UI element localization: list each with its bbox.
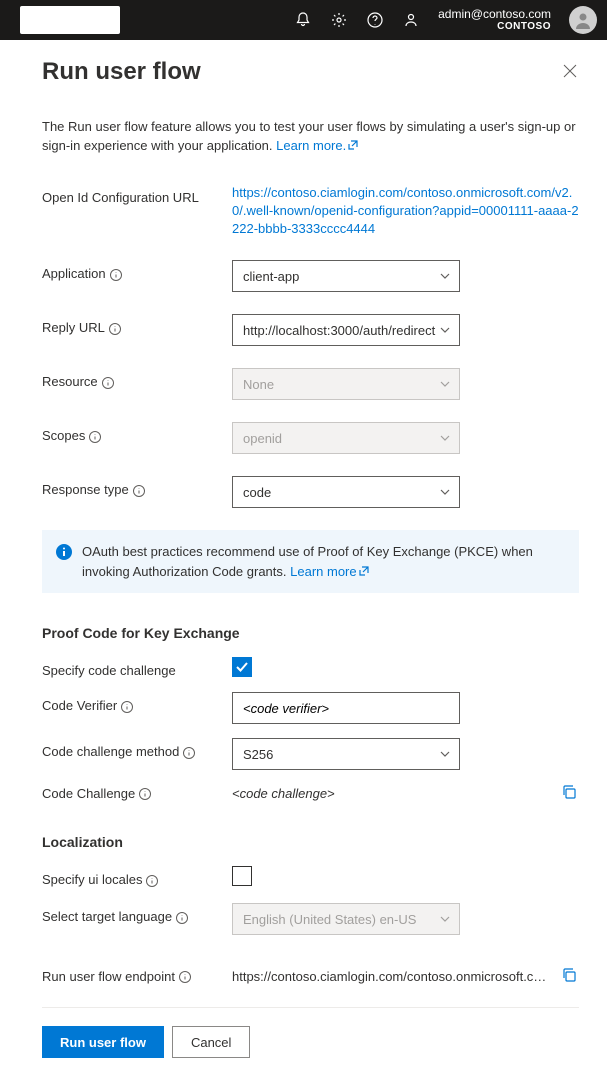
account-info[interactable]: admin@contoso.com CONTOSO — [438, 7, 551, 33]
feedback-icon[interactable] — [402, 11, 420, 29]
settings-icon[interactable] — [330, 11, 348, 29]
external-link-icon — [348, 137, 358, 147]
chevron-down-icon — [439, 270, 451, 282]
panel-title: Run user flow — [42, 58, 201, 86]
chevron-down-icon — [439, 432, 451, 444]
specify-locales-label: Specify ui locales — [42, 866, 232, 887]
scopes-dropdown: openid — [232, 422, 460, 454]
run-button[interactable]: Run user flow — [42, 1026, 164, 1058]
avatar[interactable] — [569, 6, 597, 34]
search-input[interactable] — [20, 6, 120, 34]
reply-url-dropdown[interactable]: http://localhost:3000/auth/redirect — [232, 314, 460, 346]
info-icon[interactable] — [176, 912, 188, 924]
info-icon[interactable] — [89, 431, 101, 443]
application-dropdown[interactable]: client-app — [232, 260, 460, 292]
code-challenge-label: Code Challenge — [42, 786, 232, 801]
notifications-icon[interactable] — [294, 11, 312, 29]
info-icon[interactable] — [102, 377, 114, 389]
info-icon[interactable] — [133, 485, 145, 497]
localization-heading: Localization — [42, 834, 579, 850]
code-challenge-value: <code challenge> — [232, 786, 561, 801]
info-icon[interactable] — [179, 971, 191, 983]
info-icon[interactable] — [110, 269, 122, 281]
endpoint-label: Run user flow endpoint — [42, 969, 232, 984]
info-icon[interactable] — [139, 788, 151, 800]
external-link-icon — [359, 562, 369, 572]
help-icon[interactable] — [366, 11, 384, 29]
response-type-label: Response type — [42, 476, 232, 497]
endpoint-value: https://contoso.ciamlogin.com/contoso.on… — [232, 969, 561, 984]
info-icon[interactable] — [109, 323, 121, 335]
chevron-down-icon — [439, 486, 451, 498]
copy-icon[interactable] — [561, 967, 579, 985]
divider — [42, 1007, 579, 1008]
specify-challenge-checkbox[interactable] — [232, 657, 252, 677]
openid-url-link[interactable]: https://contoso.ciamlogin.com/contoso.on… — [232, 185, 579, 236]
application-label: Application — [42, 260, 232, 281]
resource-dropdown: None — [232, 368, 460, 400]
info-icon — [56, 544, 72, 560]
pkce-info-banner: OAuth best practices recommend use of Pr… — [42, 530, 579, 593]
intro-text: The Run user flow feature allows you to … — [42, 118, 579, 156]
chevron-down-icon — [439, 913, 451, 925]
account-tenant: CONTOSO — [438, 21, 551, 33]
pkce-learn-more-link[interactable]: Learn more — [290, 564, 368, 579]
code-verifier-label: Code Verifier — [42, 692, 232, 713]
info-icon[interactable] — [146, 875, 158, 887]
scopes-label: Scopes — [42, 422, 232, 443]
copy-icon[interactable] — [561, 784, 579, 802]
openid-label: Open Id Configuration URL — [42, 184, 232, 205]
info-icon[interactable] — [121, 701, 133, 713]
resource-label: Resource — [42, 368, 232, 389]
specify-challenge-label: Specify code challenge — [42, 657, 232, 678]
chevron-down-icon — [439, 378, 451, 390]
code-verifier-input[interactable] — [232, 692, 460, 724]
chevron-down-icon — [439, 324, 451, 336]
reply-url-label: Reply URL — [42, 314, 232, 335]
account-email: admin@contoso.com — [438, 7, 551, 21]
info-icon[interactable] — [183, 747, 195, 759]
close-icon[interactable] — [563, 64, 579, 80]
target-language-dropdown: English (United States) en-US — [232, 903, 460, 935]
chevron-down-icon — [439, 748, 451, 760]
target-language-label: Select target language — [42, 903, 232, 924]
cancel-button[interactable]: Cancel — [172, 1026, 250, 1058]
response-type-dropdown[interactable]: code — [232, 476, 460, 508]
challenge-method-dropdown[interactable]: S256 — [232, 738, 460, 770]
learn-more-link[interactable]: Learn more. — [276, 138, 358, 153]
pkce-heading: Proof Code for Key Exchange — [42, 625, 579, 641]
specify-locales-checkbox[interactable] — [232, 866, 252, 886]
challenge-method-label: Code challenge method — [42, 738, 232, 759]
topbar: admin@contoso.com CONTOSO — [0, 0, 607, 40]
